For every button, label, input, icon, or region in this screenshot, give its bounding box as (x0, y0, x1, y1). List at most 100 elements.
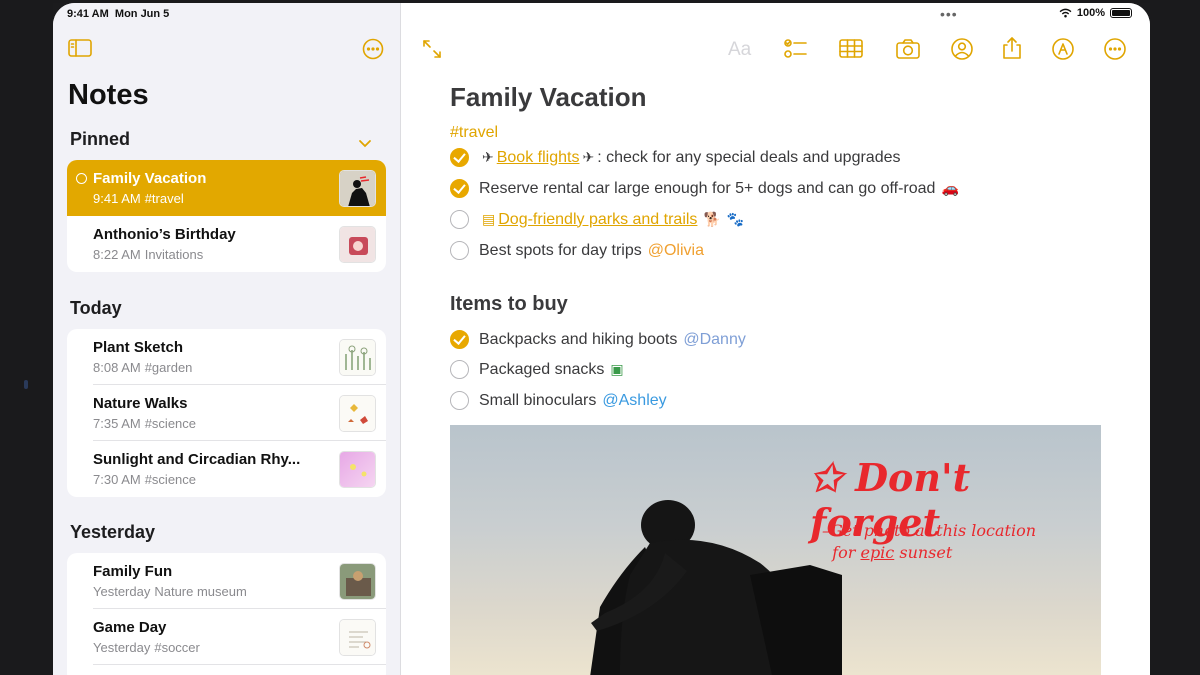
note-row-subtitle: Yesterday #soccer (93, 640, 204, 655)
handwritten-line: –Get photo at this location (822, 521, 1037, 540)
link-dog-friendly-parks[interactable]: Dog-friendly parks and trails (498, 211, 697, 229)
yesterday-list: Family Fun Yesterday Nature museum Game D… (67, 553, 386, 675)
note-row-detail: Nature museum (154, 584, 247, 599)
markup-icon[interactable] (1051, 37, 1075, 61)
note-title[interactable]: Family Vacation (450, 82, 647, 113)
note-row-nature-walks[interactable]: Nature Walks 7:35 AM #science (67, 385, 386, 441)
checkbox-unchecked[interactable] (450, 241, 469, 260)
items-heading: Items to buy (450, 293, 568, 315)
checkbox-unchecked[interactable] (450, 391, 469, 410)
more-icon[interactable] (1103, 37, 1127, 61)
note-row-detail: #soccer (154, 640, 200, 655)
checklist-item[interactable]: Best spots for day trips @Olivia (450, 241, 704, 260)
mention-ashley[interactable]: @Ashley (602, 392, 666, 410)
note-row-title: Game Day (93, 619, 167, 636)
note-row-title: Plant Sketch (93, 339, 184, 356)
dog-icon: 🐕 (703, 211, 721, 227)
hardware-button (24, 380, 28, 389)
checkbox-checked[interactable] (450, 330, 469, 349)
checklist-text: : check for any special deals and upgrad… (597, 148, 901, 166)
checklist-text: Packaged snacks (479, 360, 605, 378)
note-thumbnail (339, 226, 376, 263)
note-editor: ••• 100% Aa Family Vacation #travel ✈ Bo… (402, 3, 1150, 675)
checklist-text: Small binoculars (479, 391, 597, 409)
note-thumbnail (339, 339, 376, 376)
note-row-subtitle: Yesterday Nature museum (93, 584, 251, 599)
note-row-detail: #garden (144, 360, 193, 375)
checklist-item[interactable]: Backpacks and hiking boots @Danny (450, 330, 746, 349)
note-thumbnail (339, 619, 376, 656)
note-row-time: 7:30 AM (93, 472, 141, 487)
sidebar: 9:41 AM Mon Jun 5 Notes Pinned Family Va… (53, 3, 401, 675)
pinned-list: Family Vacation 9:41 AM #travel Anthonio’… (67, 160, 386, 272)
note-row-sunlight[interactable]: Sunlight and Circadian Rhy... 7:30 AM #sc… (67, 441, 386, 497)
note-row-time: 8:22 AM (93, 247, 141, 262)
handwritten-word: for (832, 543, 861, 562)
note-row-title: Anthonio’s Birthday (93, 226, 236, 243)
section-heading-pinned[interactable]: Pinned (70, 129, 130, 150)
note-row-subtitle: 8:08 AM #garden (93, 360, 196, 375)
checklist-icon[interactable] (783, 37, 809, 61)
note-row-game-day[interactable]: Game Day Yesterday #soccer (67, 609, 386, 665)
checklist-item[interactable]: ▤ Dog-friendly parks and trails 🐕 🐾 (450, 210, 747, 229)
note-thumbnail (339, 563, 376, 600)
checkbox-checked[interactable] (450, 179, 469, 198)
note-row-birthday[interactable]: Anthonio’s Birthday 8:22 AM Invitations (67, 216, 386, 272)
battery-icon (1110, 8, 1132, 18)
expand-icon[interactable] (420, 37, 444, 61)
section-heading-yesterday: Yesterday (70, 522, 156, 542)
airplane-icon: ✈ (582, 149, 595, 165)
note-row-subtitle: 7:35 AM #science (93, 416, 200, 431)
ipad-screen: 9:41 AM Mon Jun 5 Notes Pinned Family Va… (53, 3, 1150, 675)
note-row-family-fun[interactable]: Family Fun Yesterday Nature museum (67, 553, 386, 609)
note-row-subtitle: 8:22 AM Invitations (93, 247, 207, 262)
note-thumbnail (339, 395, 376, 432)
format-text-button[interactable]: Aa (728, 39, 751, 61)
mention-danny[interactable]: @Danny (683, 331, 746, 349)
handwritten-line: for epic sunset (822, 542, 1036, 564)
note-link-icon: ▤ (482, 211, 496, 227)
note-row-time: Yesterday (93, 640, 151, 655)
checkbox-checked[interactable] (450, 148, 469, 167)
car-icon: 🚗 (941, 180, 959, 196)
paw-icon: 🐾 (726, 211, 745, 227)
multitasking-dots[interactable]: ••• (940, 6, 958, 22)
mention-olivia[interactable]: @Olivia (648, 242, 704, 260)
section-heading-today: Today (70, 298, 122, 318)
checklist-item[interactable]: Small binoculars @Ashley (450, 391, 667, 410)
note-row-subtitle: 9:41 AM #travel (93, 191, 188, 206)
note-row-family-vacation[interactable]: Family Vacation 9:41 AM #travel (67, 160, 386, 216)
sidebar-title: Notes (68, 79, 149, 111)
note-row-detail: #science (144, 416, 197, 431)
sidebar-toggle-icon[interactable] (67, 37, 93, 59)
handwritten-word: epic (860, 543, 895, 562)
camera-icon[interactable] (895, 37, 921, 61)
share-icon[interactable] (1000, 35, 1024, 61)
shared-icon (76, 173, 87, 184)
link-book-flights[interactable]: Book flights (497, 149, 580, 167)
note-row-time: 7:35 AM (93, 416, 141, 431)
note-row-title: Sunlight and Circadian Rhy... (93, 451, 301, 468)
table-icon[interactable] (838, 37, 864, 61)
airplane-icon: ✈ (482, 149, 494, 165)
note-row-title: Family Fun (93, 563, 173, 580)
snack-icon: ▣ (610, 361, 624, 377)
status-time: 9:41 AM Mon Jun 5 (67, 8, 169, 20)
chevron-down-icon[interactable] (358, 135, 372, 153)
embedded-photo[interactable]: ✩ Don't forget –Get photo at this locati… (450, 425, 1101, 675)
checklist-item[interactable]: Reserve rental car large enough for 5+ d… (450, 179, 962, 198)
clock: 9:41 AM (67, 8, 109, 20)
note-tag[interactable]: #travel (450, 124, 498, 142)
note-row-subtitle: 7:30 AM #science (93, 472, 200, 487)
status-indicators: 100% (1059, 7, 1132, 19)
checkbox-unchecked[interactable] (450, 210, 469, 229)
note-row-time: 9:41 AM (93, 191, 141, 206)
note-row-time: Yesterday (93, 584, 151, 599)
checklist-item[interactable]: ✈ Book flights ✈: check for any special de… (450, 148, 900, 167)
note-row-plant-sketch[interactable]: Plant Sketch 8:08 AM #garden (67, 329, 386, 385)
checklist-item[interactable]: Packaged snacks ▣ (450, 360, 627, 379)
checkbox-unchecked[interactable] (450, 360, 469, 379)
collaborate-icon[interactable] (949, 37, 975, 61)
more-options-icon[interactable] (361, 37, 385, 61)
date: Mon Jun 5 (114, 8, 170, 20)
